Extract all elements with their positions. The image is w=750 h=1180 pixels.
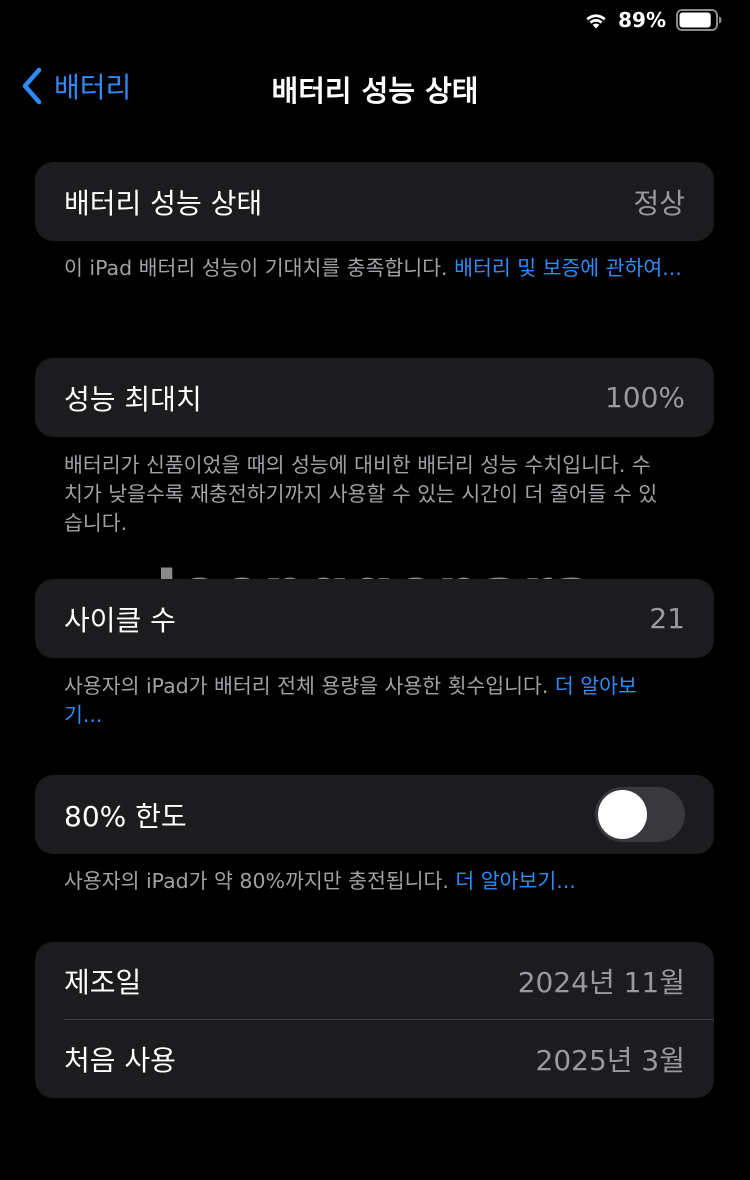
battery-health-row: 배터리 성능 상태 정상 [35,162,714,241]
charge-limit-card: 80% 한도 [35,775,714,854]
battery-health-value: 정상 [633,186,685,220]
battery-health-footnote: 이 iPad 배터리 성능이 기대치를 충족합니다. 배터리 및 보증에 관하여… [64,254,684,283]
dates-card: 제조일 2024년 11월 처음 사용 2025년 3월 [35,942,714,1098]
manufacture-date-row: 제조일 2024년 11월 [35,942,714,1019]
battery-warranty-link[interactable]: 배터리 및 보증에 관하여... [454,256,682,280]
maximum-capacity-row: 성능 최대치 100% [35,358,714,437]
charge-limit-footnote: 사용자의 iPad가 약 80%까지만 충전됩니다. 더 알아보기... [64,867,684,896]
cycle-count-footnote-text: 사용자의 iPad가 배터리 전체 용량을 사용한 횟수입니다. [64,674,555,698]
status-indicators: 89% [584,8,722,32]
cycle-count-label: 사이클 수 [64,603,176,637]
battery-percentage: 89% [618,8,666,32]
cycle-count-value: 21 [649,602,685,635]
maximum-capacity-footnote: 배터리가 신품이었을 때의 성능에 대비한 배터리 성능 수치입니다. 수치가 … [64,453,658,535]
cycle-count-row: 사이클 수 21 [35,579,714,658]
charge-limit-toggle[interactable] [595,787,685,842]
first-use-value: 2025년 3월 [535,1044,686,1077]
first-use-row: 처음 사용 2025년 3월 [35,1020,714,1098]
manufacture-date-label: 제조일 [64,965,142,999]
first-use-label: 처음 사용 [64,1044,176,1077]
charge-limit-learn-more-link[interactable]: 더 알아보기... [455,869,575,893]
navigation-bar: 배터리 배터리 성능 상태 [0,58,750,114]
battery-health-card: 배터리 성능 상태 정상 [35,162,714,241]
maximum-capacity-label: 성능 최대치 [64,382,202,416]
battery-health-footnote-text: 이 iPad 배터리 성능이 기대치를 충족합니다. [64,256,455,280]
battery-fill [679,12,711,28]
cycle-count-card: 사이클 수 21 [35,579,714,658]
page-title: 배터리 성능 상태 [271,74,479,108]
battery-health-label: 배터리 성능 상태 [64,186,263,220]
cycle-count-footnote: 사용자의 iPad가 배터리 전체 용량을 사용한 횟수입니다. 더 알아보기.… [64,672,644,730]
battery-icon [676,9,722,31]
manufacture-date-value: 2024년 11월 [517,965,685,999]
charge-limit-label: 80% 한도 [64,799,187,833]
charge-limit-footnote-text: 사용자의 iPad가 약 80%까지만 충전됩니다. [64,869,456,893]
maximum-capacity-card: 성능 최대치 100% [35,358,714,437]
wifi-icon [586,14,606,29]
charge-limit-row: 80% 한도 [35,775,714,854]
maximum-capacity-value: 100% [604,381,685,414]
toggle-knob [598,790,647,839]
status-bar: 89% [0,0,750,44]
